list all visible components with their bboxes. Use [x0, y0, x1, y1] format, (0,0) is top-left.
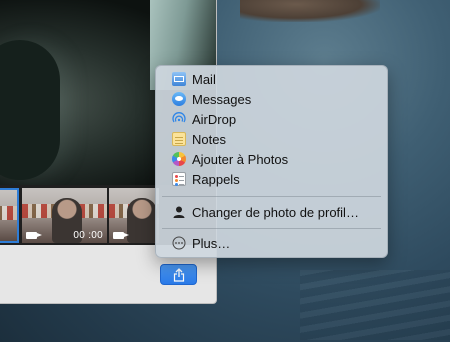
reminders-icon [172, 172, 186, 186]
thumbnail[interactable]: 00 :00 [22, 188, 107, 243]
menu-item-label: Changer de photo de profil… [192, 204, 359, 220]
share-icon [173, 268, 185, 282]
desktop-water [300, 270, 450, 340]
menu-separator [162, 196, 381, 197]
menu-separator [162, 228, 381, 229]
video-camera-icon [26, 232, 42, 239]
notes-icon [172, 132, 186, 146]
thumbnail-background [0, 206, 17, 220]
menu-item-label: Ajouter à Photos [192, 151, 289, 167]
menu-item-change-profile-photo[interactable]: Changer de photo de profil… [156, 202, 387, 222]
thumbnail-person [127, 198, 157, 243]
menu-item-notes[interactable]: Notes [156, 129, 387, 149]
desktop-rock [240, 0, 380, 22]
share-button[interactable] [160, 264, 197, 285]
messages-icon [172, 92, 186, 106]
thumbnail-selected[interactable] [0, 188, 19, 243]
menu-item-label: Rappels [192, 171, 240, 187]
menu-item-label: Messages [192, 91, 252, 107]
menu-item-mail[interactable]: Mail [156, 69, 387, 89]
more-icon [172, 236, 186, 250]
menu-item-label: AirDrop [192, 111, 237, 127]
mail-icon [172, 72, 186, 86]
video-duration: 00 :00 [73, 230, 103, 241]
menu-item-label: Mail [192, 71, 216, 87]
menu-item-rappels[interactable]: Rappels [156, 169, 387, 189]
thumbnail[interactable] [109, 188, 159, 243]
photos-icon [172, 152, 186, 166]
menu-item-label: Plus… [192, 235, 231, 251]
person-icon [172, 205, 186, 219]
menu-item-label: Notes [192, 131, 226, 147]
menu-item-messages[interactable]: Messages [156, 89, 387, 109]
menu-item-more[interactable]: Plus… [156, 233, 387, 253]
share-menu: Mail Messages AirDrop Notes Ajouter à Ph… [155, 65, 388, 258]
menu-item-airdrop[interactable]: AirDrop [156, 109, 387, 129]
video-camera-icon [113, 232, 129, 239]
airdrop-icon [172, 112, 186, 126]
preview-subject [0, 40, 60, 180]
menu-item-photos[interactable]: Ajouter à Photos [156, 149, 387, 169]
